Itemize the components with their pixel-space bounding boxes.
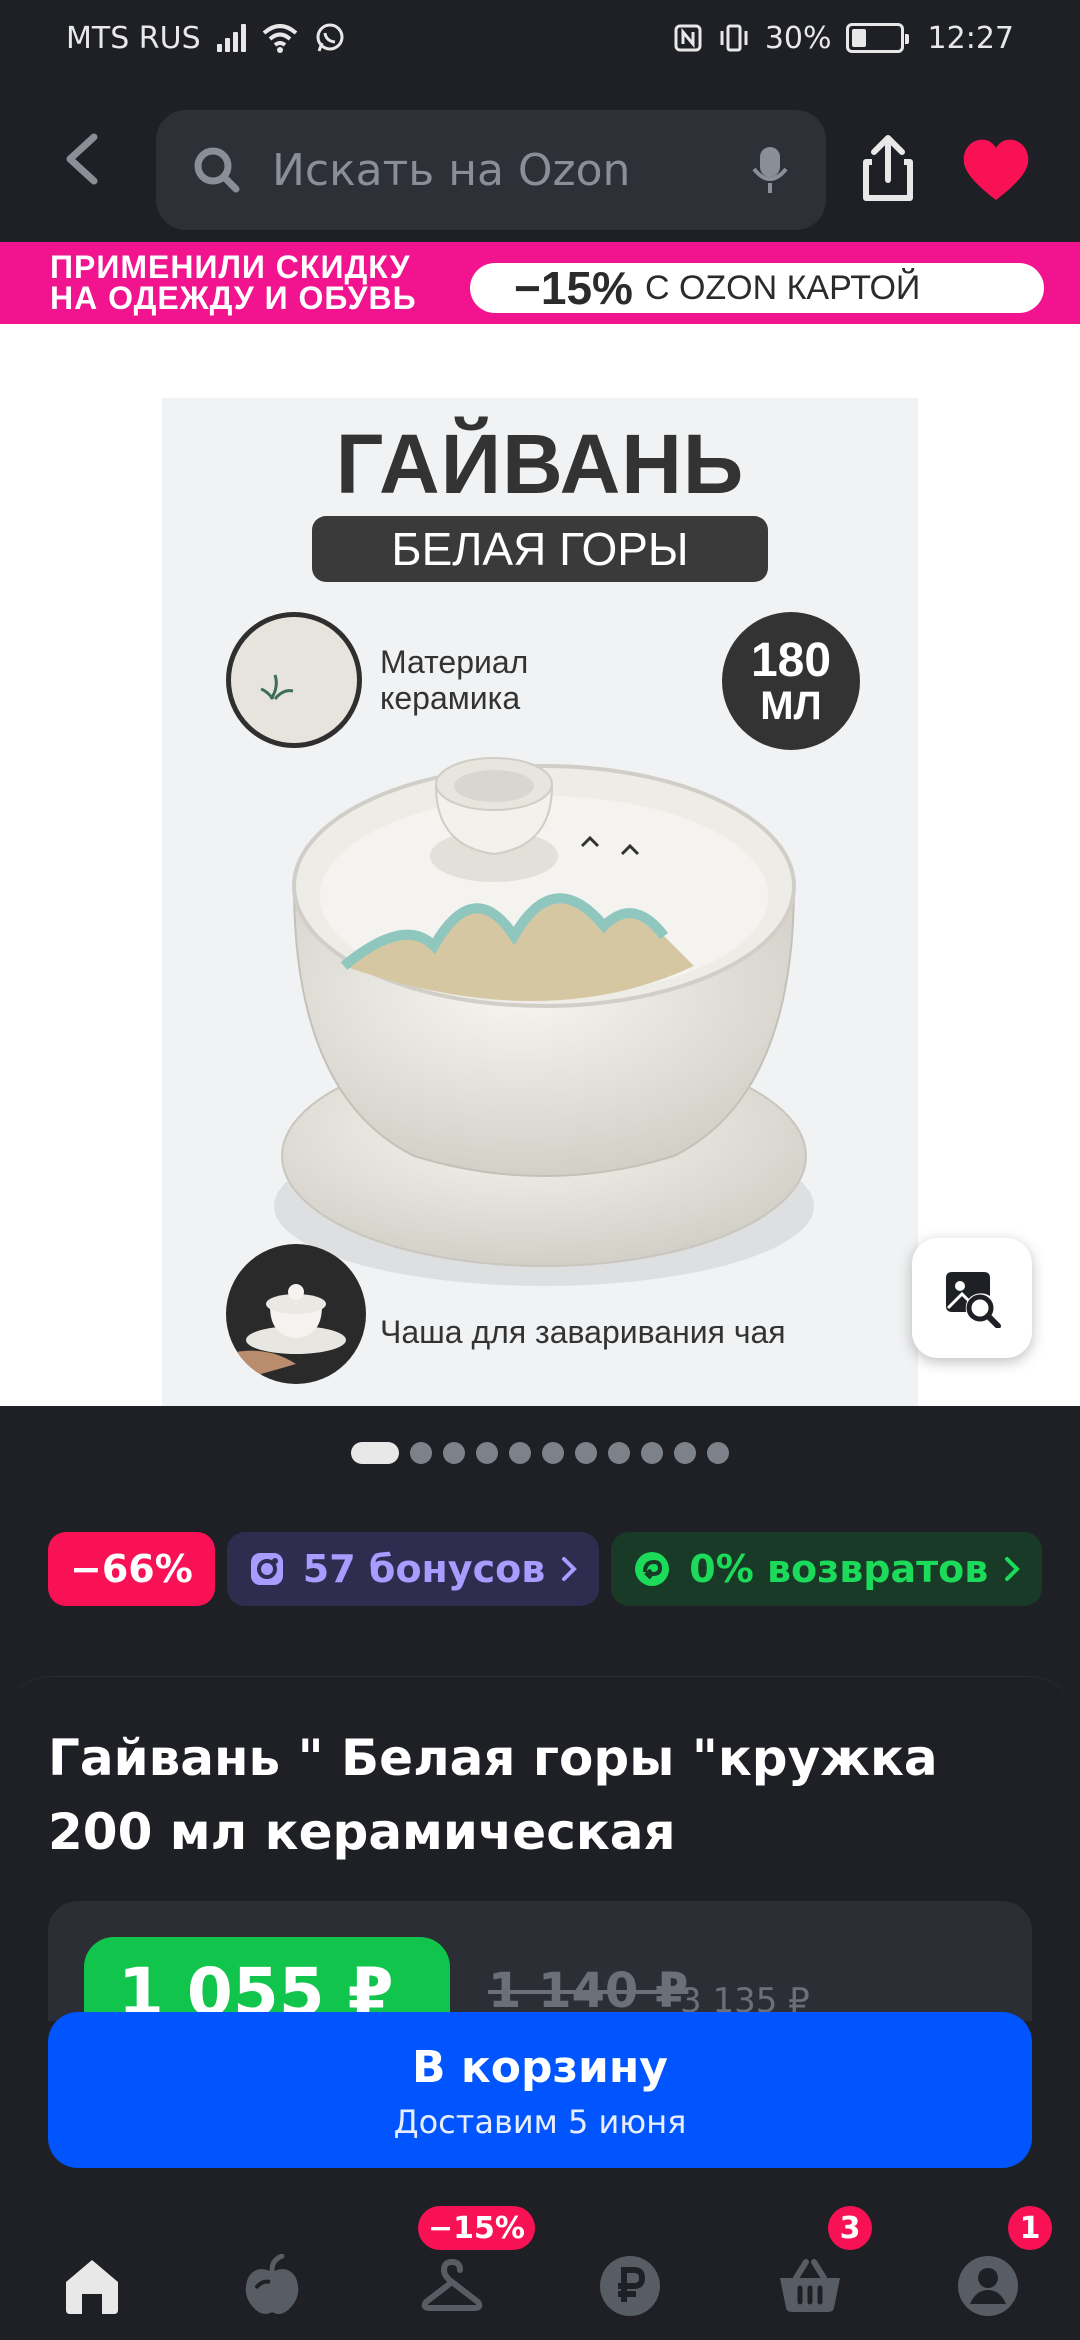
signal-icon	[216, 24, 246, 52]
share-button[interactable]	[858, 134, 918, 204]
vibrate-icon	[720, 24, 748, 52]
back-button[interactable]	[52, 126, 112, 192]
nav-home[interactable]	[52, 2246, 132, 2326]
promo-discount: −15%	[514, 262, 633, 314]
returns-label: 0% возвратов	[689, 1547, 989, 1591]
chevron-left-icon	[66, 133, 98, 185]
pagination-dot[interactable]	[509, 1442, 531, 1464]
search-placeholder: Искать на Ozon	[272, 144, 631, 196]
gallery-pagination[interactable]	[0, 1442, 1080, 1464]
material-label: Материал керамика	[380, 644, 528, 716]
discount-badge: −66%	[48, 1532, 215, 1606]
returns-icon	[635, 1552, 670, 1586]
whatsapp-icon	[316, 23, 344, 52]
wifi-icon	[262, 24, 297, 53]
status-bar: MTS RUS 30% 12:27	[0, 0, 1080, 76]
teacup-in-hand-icon	[226, 1284, 346, 1384]
price-card[interactable]: 1 055 ₽ 1 140 ₽ 3 135 ₽	[48, 1901, 1032, 2021]
chevron-right-icon	[562, 1557, 578, 1581]
product-title: Гайвань " Белая горы "кружка 200 мл кера…	[48, 1729, 938, 1861]
top-header: Искать на Ozon	[0, 76, 1080, 242]
gallery-info-panel: −66% 57 бонусов 0% возвратов	[0, 1406, 1080, 1654]
pagination-dot[interactable]	[707, 1442, 729, 1464]
nav-finance[interactable]	[590, 2246, 670, 2326]
pagination-dot[interactable]	[410, 1442, 432, 1464]
battery-icon	[845, 23, 909, 53]
gaiwan-illustration	[274, 757, 814, 1286]
product-badges: −66% 57 бонусов 0% возвратов	[48, 1532, 1043, 1606]
favorite-button[interactable]	[960, 136, 1032, 204]
bonus-badge[interactable]: 57 бонусов	[226, 1532, 600, 1606]
material-line-1: Материал	[380, 644, 529, 680]
cart-basket-icon	[780, 2259, 840, 2312]
returns-badge[interactable]: 0% возвратов	[611, 1532, 1043, 1606]
search-input[interactable]: Искать на Ozon	[156, 110, 826, 230]
promo-discount-pill: −15% С OZON КАРТОЙ	[470, 262, 1044, 314]
bonus-icon	[250, 1553, 283, 1585]
pagination-dot[interactable]	[476, 1442, 498, 1464]
search-icon	[194, 147, 240, 193]
promo-banner[interactable]: ПРИМЕНИЛИ СКИДКУ НА ОДЕЖДУ И ОБУВЬ −15% …	[0, 242, 1080, 324]
pagination-dot[interactable]	[641, 1442, 663, 1464]
photo-subtitle: БЕЛАЯ ГОРЫ	[312, 516, 768, 582]
price-old: 1 140 ₽	[488, 1963, 689, 2019]
pagination-dot[interactable]	[608, 1442, 630, 1464]
microphone-icon[interactable]	[750, 145, 790, 195]
hanger-icon	[421, 2258, 483, 2311]
usage-photo-circle	[226, 1244, 366, 1384]
nav-fresh[interactable]	[232, 2246, 312, 2326]
nav-fashion[interactable]	[412, 2246, 492, 2326]
home-icon	[66, 2260, 118, 2314]
battery-percent: 30%	[764, 20, 832, 56]
volume-badge: 180 МЛ	[722, 612, 860, 750]
add-to-cart-button[interactable]: В корзину Доставим 5 июня	[48, 2012, 1032, 2168]
profile-icon	[958, 2256, 1018, 2316]
heart-icon	[963, 139, 1029, 200]
volume-unit: МЛ	[760, 684, 822, 728]
delivery-date: Доставим 5 июня	[393, 2103, 687, 2141]
carrier-label: MTS RUS	[66, 20, 201, 56]
chevron-right-icon	[1005, 1557, 1021, 1581]
bonus-label: 57 бонусов	[302, 1547, 546, 1591]
pagination-dot[interactable]	[542, 1442, 564, 1464]
pagination-dot[interactable]	[575, 1442, 597, 1464]
promo-line-2: НА ОДЕЖДУ И ОБУВЬ	[50, 280, 417, 316]
usage-label: Чаша для заваривания чая	[380, 1314, 786, 1350]
add-to-cart-label: В корзину	[412, 2042, 668, 2093]
battery-level-fill	[851, 29, 866, 47]
grass-sprig-icon	[260, 674, 294, 700]
clock: 12:27	[927, 20, 1014, 56]
material-line-2: керамика	[380, 680, 521, 716]
ruble-icon	[600, 2256, 660, 2316]
bottom-navigation: −15% 3 1	[0, 2200, 1080, 2340]
promo-text: ПРИМЕНИЛИ СКИДКУ НА ОДЕЖДУ И ОБУВЬ	[50, 249, 470, 316]
price-current: 1 055 ₽	[84, 1937, 450, 2021]
promo-line-1: ПРИМЕНИЛИ СКИДКУ	[50, 249, 411, 285]
promo-discount-text: С OZON КАРТОЙ	[644, 268, 921, 307]
pagination-dot[interactable]	[443, 1442, 465, 1464]
fashion-discount-badge: −15%	[418, 2206, 535, 2250]
image-search-icon	[946, 1272, 1001, 1328]
profile-notification-badge: 1	[1008, 2206, 1052, 2250]
product-photo[interactable]: ГАЙВАНЬ БЕЛАЯ ГОРЫ Материал керамика 180…	[162, 398, 918, 1406]
product-gallery[interactable]: ГАЙВАНЬ БЕЛАЯ ГОРЫ Материал керамика 180…	[0, 324, 1080, 1406]
nav-profile[interactable]	[948, 2246, 1028, 2326]
visual-search-button[interactable]	[912, 1238, 1032, 1358]
photo-title: ГАЙВАНЬ	[335, 417, 745, 511]
nav-cart[interactable]	[770, 2246, 850, 2326]
share-icon	[863, 135, 913, 201]
apple-icon	[245, 2254, 299, 2314]
material-circle	[226, 612, 362, 748]
cart-count-badge: 3	[828, 2206, 872, 2250]
nfc-icon	[674, 24, 702, 52]
pagination-dot[interactable]	[351, 1442, 399, 1464]
pagination-dot[interactable]	[674, 1442, 696, 1464]
volume-number: 180	[750, 634, 832, 687]
